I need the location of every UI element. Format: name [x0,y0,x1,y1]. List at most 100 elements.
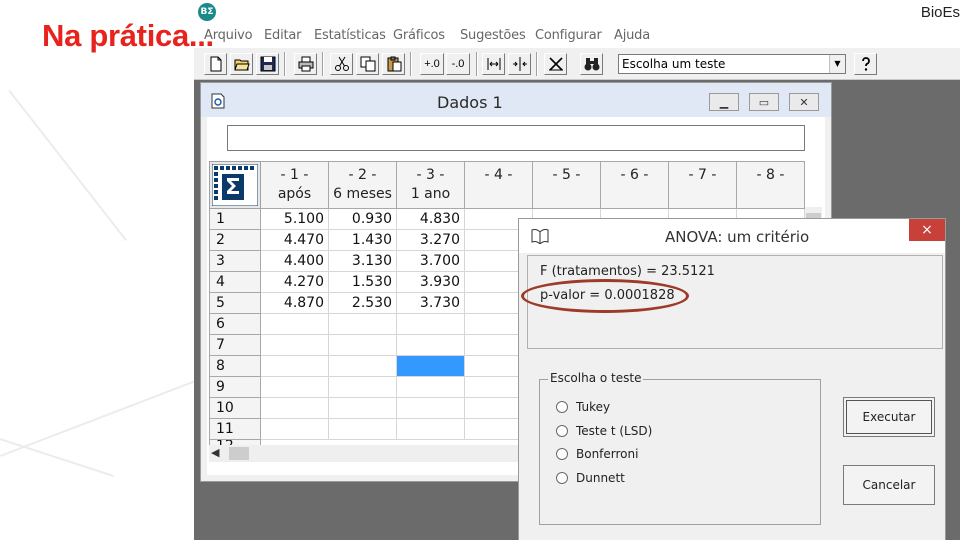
menu-ajuda[interactable]: Ajuda [614,28,650,43]
scroll-left-arrow-icon[interactable]: ◀ [211,445,219,462]
grid-cell[interactable] [261,419,329,440]
radio-button-icon[interactable] [556,425,568,437]
grid-cell[interactable]: 2.530 [329,293,397,314]
row-header[interactable]: 6 [209,314,261,335]
row-header[interactable]: 11 [209,419,261,440]
column-header[interactable]: - 2 - 6 meses [329,161,397,209]
radio-label: Bonferroni [576,447,639,461]
insert-column-button[interactable] [508,53,531,75]
increase-decimals-button[interactable]: +.0 [420,53,444,75]
grid-cell[interactable]: 3.700 [397,251,465,272]
grid-cell[interactable]: 3.730 [397,293,465,314]
chevron-down-icon[interactable]: ▼ [829,55,845,73]
grid-cell[interactable]: 1.530 [329,272,397,293]
grid-cell[interactable] [261,356,329,377]
grid-cell[interactable]: 4.270 [261,272,329,293]
column-header[interactable]: - 3 - 1 ano [397,161,465,209]
grid-cell[interactable] [329,314,397,335]
print-button[interactable] [294,53,317,75]
grid-cell[interactable] [329,419,397,440]
grid-cell[interactable] [329,398,397,419]
scroll-thumb[interactable] [229,447,249,460]
cancel-button[interactable]: Cancelar [843,465,935,505]
grid-cell[interactable] [261,398,329,419]
radio-teste-t[interactable]: Teste t (LSD) [556,424,652,438]
grid-cell[interactable] [397,314,465,335]
grid-cell[interactable]: 3.930 [397,272,465,293]
delete-button[interactable] [544,53,567,75]
grid-cell[interactable]: 3.270 [397,230,465,251]
execute-button[interactable]: Executar [843,397,935,437]
grid-cell[interactable] [329,356,397,377]
close-button[interactable]: ✕ [789,93,819,111]
maximize-button[interactable]: ▭ [749,93,779,111]
radio-dunnett[interactable]: Dunnett [556,471,625,485]
radio-button-icon[interactable] [556,448,568,460]
column-header[interactable]: - 1 - após [261,161,329,209]
row-header[interactable]: 10 [209,398,261,419]
column-header[interactable]: - 5 - [533,161,601,209]
menu-configurar[interactable]: Configurar [535,28,602,43]
new-file-button[interactable] [204,53,227,75]
column-header[interactable]: - 8 - [737,161,805,209]
column-header[interactable]: - 4 - [465,161,533,209]
paste-button[interactable] [382,53,405,75]
menu-sugestoes[interactable]: Sugestões [460,28,526,43]
grid-cell[interactable] [261,314,329,335]
grid-cell[interactable]: 4.870 [261,293,329,314]
grid-cell[interactable] [397,356,465,377]
grid-cell[interactable] [397,335,465,356]
folder-open-icon [233,59,250,71]
grid-cell[interactable] [329,377,397,398]
radio-tukey[interactable]: Tukey [556,400,610,414]
column-header-number: - 5 - [552,167,581,183]
slide: BΣ BioEs Arquivo Editar Estatísticas Grá… [0,0,960,540]
clipboard-icon [387,56,401,72]
grid-cell[interactable]: 4.400 [261,251,329,272]
row-header[interactable]: 7 [209,335,261,356]
grid-cell[interactable] [397,419,465,440]
row-header[interactable]: 5 [209,293,261,314]
row-header[interactable]: 3 [209,251,261,272]
row-header[interactable]: 2 [209,230,261,251]
grid-cell[interactable] [261,335,329,356]
test-select[interactable]: Escolha um teste ▼ [618,54,846,74]
open-file-button[interactable] [230,53,253,75]
column-header[interactable]: - 6 - [601,161,669,209]
minimize-button[interactable]: ▁ [709,93,739,111]
column-header-number: - 4 - [484,167,513,183]
column-width-button[interactable] [482,53,505,75]
select-all-corner[interactable] [209,161,261,209]
grid-cell[interactable] [261,377,329,398]
row-header[interactable]: 9 [209,377,261,398]
row-header[interactable]: 4 [209,272,261,293]
save-button[interactable] [256,53,279,75]
close-button[interactable]: × [909,219,945,241]
row-header[interactable]: 1 [209,209,261,230]
cut-button[interactable] [330,53,353,75]
radio-bonferroni[interactable]: Bonferroni [556,447,638,461]
grid-cell[interactable]: 3.130 [329,251,397,272]
menu-estatisticas[interactable]: Estatísticas [314,28,386,43]
grid-cell[interactable]: 0.930 [329,209,397,230]
grid-cell[interactable] [397,377,465,398]
column-header[interactable]: - 7 - [669,161,737,209]
grid-cell[interactable]: 4.830 [397,209,465,230]
test-choice-legend: Escolha o teste [548,371,644,385]
grid-cell[interactable]: 4.470 [261,230,329,251]
copy-button[interactable] [356,53,379,75]
cell-entry-field[interactable] [227,125,805,151]
decrease-decimals-button[interactable]: -.0 [446,53,470,75]
find-button[interactable] [580,53,603,75]
sigma-grid-icon [212,164,258,206]
grid-cell[interactable] [329,335,397,356]
grid-cell[interactable]: 1.430 [329,230,397,251]
radio-button-icon[interactable] [556,401,568,413]
grid-cell[interactable]: 5.100 [261,209,329,230]
radio-button-icon[interactable] [556,472,568,484]
row-header[interactable]: 8 [209,356,261,377]
grid-cell[interactable] [397,398,465,419]
menu-graficos[interactable]: Gráficos [393,28,445,43]
help-button[interactable] [854,53,877,75]
menu-editar[interactable]: Editar [264,28,301,43]
